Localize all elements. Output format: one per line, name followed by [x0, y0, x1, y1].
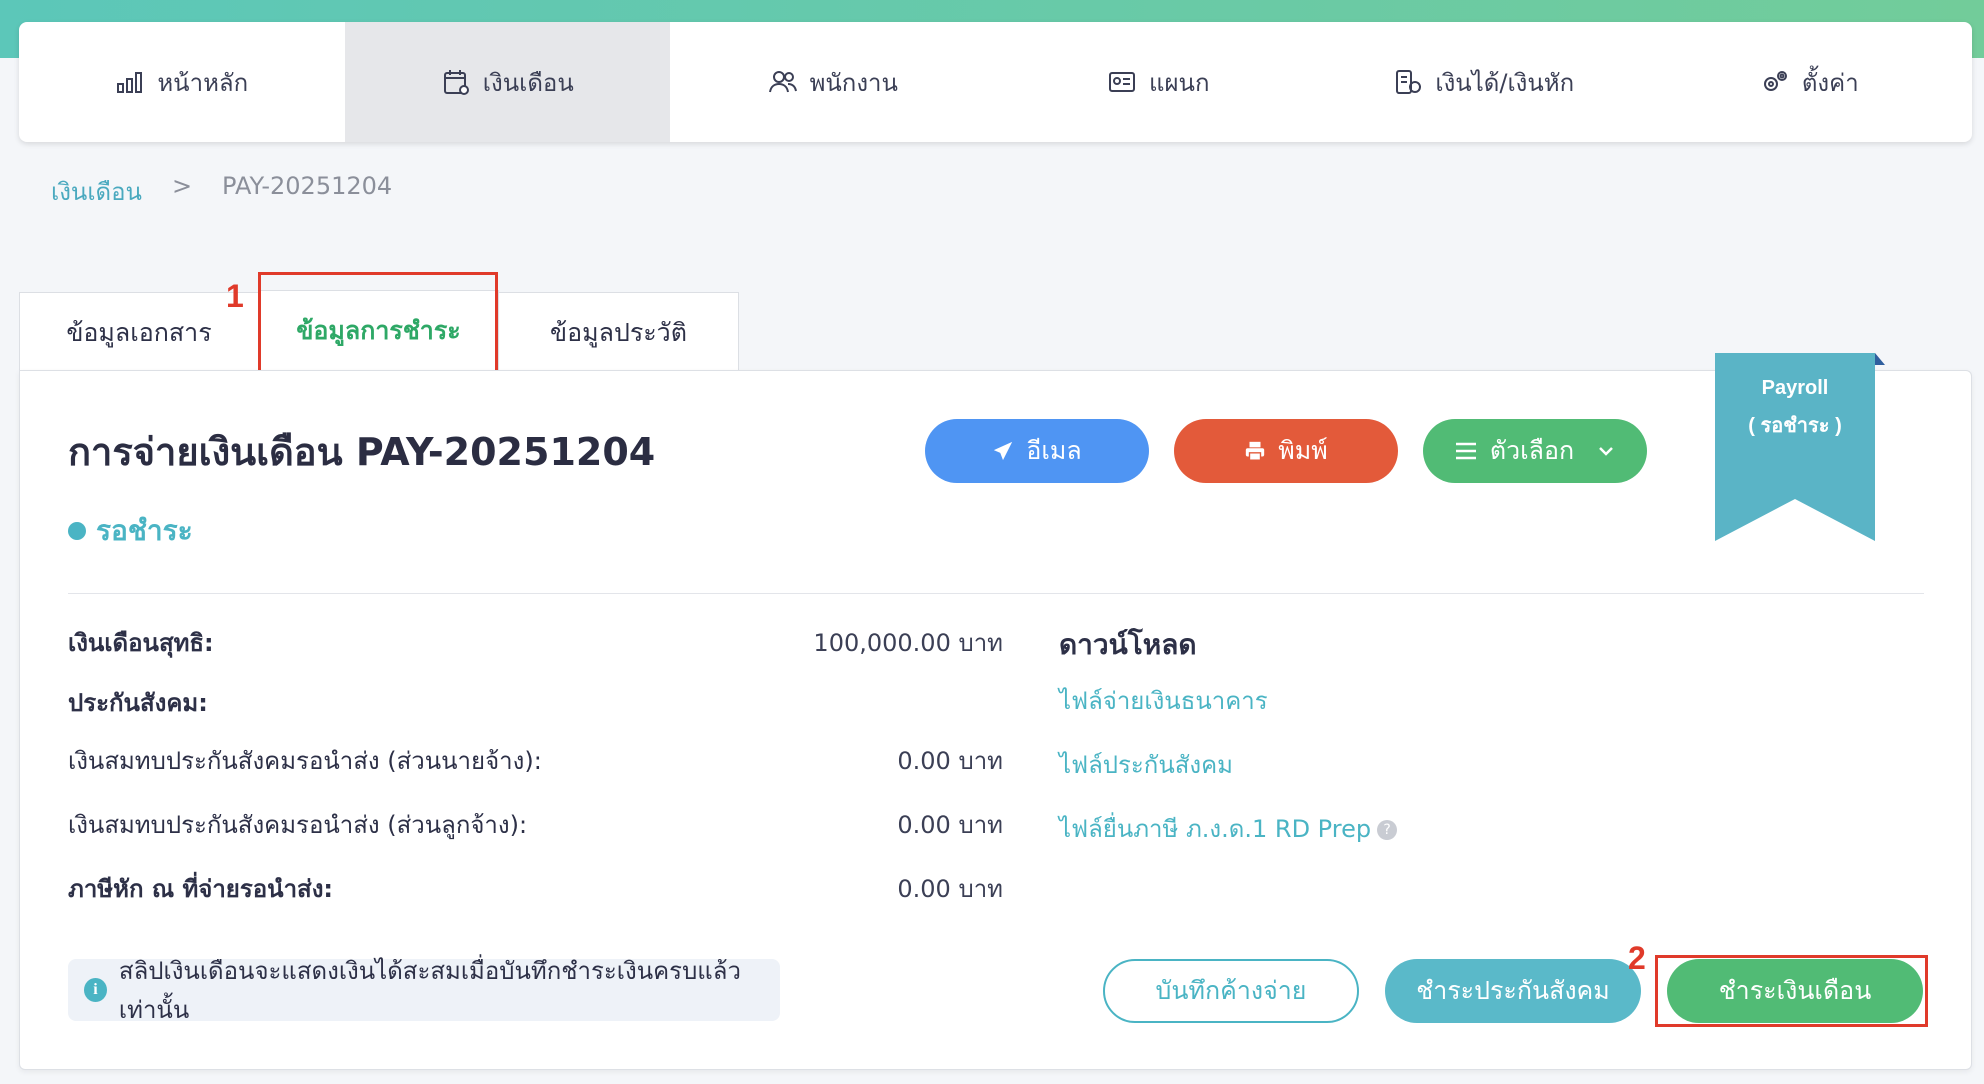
- sso-employer-value: 0.00 บาท: [897, 747, 1003, 775]
- document-tabs: ข้อมูลเอกสาร ข้อมูลการชำระ ข้อมูลประวัติ: [19, 290, 739, 372]
- status-dot-icon: [68, 522, 86, 540]
- print-button[interactable]: พิมพ์: [1174, 419, 1398, 483]
- download-bank-file-link[interactable]: ไฟล์จ่ายเงินธนาคาร: [1059, 681, 1268, 720]
- paper-plane-icon: [994, 441, 1013, 461]
- options-button-label: ตัวเลือก: [1489, 437, 1575, 465]
- ribbon-title: Payroll: [1761, 377, 1829, 399]
- pay-sso-button[interactable]: ชำระประกันสังคม: [1385, 959, 1641, 1023]
- downloads-title: ดาวน์โหลด: [1059, 628, 1197, 661]
- email-button[interactable]: อีเมล: [925, 419, 1149, 483]
- coins-icon: [1396, 70, 1422, 94]
- annotation-number-2: 2: [1628, 940, 1646, 976]
- nav-item-earnings-deductions[interactable]: เงินได้/เงินหัก: [1321, 22, 1647, 142]
- gears-icon: [1763, 71, 1787, 91]
- info-icon: i: [84, 978, 107, 1002]
- id-card-icon: [1109, 72, 1136, 92]
- email-button-label: อีเมล: [1026, 437, 1082, 465]
- breadcrumb-current: PAY-20251204: [222, 172, 393, 200]
- nav-item-payroll[interactable]: เงินเดือน: [344, 22, 670, 142]
- nav-item-label: เงินได้/เงินหัก: [1435, 68, 1575, 97]
- help-icon[interactable]: ?: [1377, 820, 1398, 840]
- pay-salary-button[interactable]: ชำระเงินเดือน: [1667, 959, 1923, 1023]
- payment-card: การจ่ายเงินเดือน PAY-20251204 รอชำระ อีเ…: [19, 353, 1972, 1070]
- menu-icon: [1455, 442, 1476, 460]
- ribbon-text: Payroll ( รอชำระ ): [1715, 353, 1875, 445]
- wht-value: 0.00 บาท: [897, 875, 1003, 903]
- sso-employee-value: 0.00 บาท: [897, 811, 1003, 839]
- download-sso-file-link[interactable]: ไฟล์ประกันสังคม: [1059, 745, 1233, 784]
- net-salary-value: 100,000.00 บาท: [813, 629, 1003, 657]
- info-note-text: สลิปเงินเดือนจะแสดงเงินได้สะสมเมื่อบันทึ…: [118, 957, 741, 1024]
- net-salary-row: เงินเดือนสุทธิ: 100,000.00 บาท: [68, 623, 1003, 662]
- options-dropdown-button[interactable]: ตัวเลือก: [1423, 419, 1647, 483]
- payroll-status-ribbon: Payroll ( รอชำระ ): [1715, 353, 1885, 541]
- breadcrumb: เงินเดือน > PAY-20251204: [51, 172, 392, 211]
- sso-heading-row: ประกันสังคม:: [68, 683, 1003, 722]
- bar-chart-icon: [117, 72, 143, 93]
- info-note: i สลิปเงินเดือนจะแสดงเงินได้สะสมเมื่อบัน…: [68, 957, 780, 1024]
- nav-item-label: ตั้งค่า: [1801, 68, 1859, 97]
- sso-employee-row: เงินสมทบประกันสังคมรอนำส่ง (ส่วนลูกจ้าง)…: [68, 805, 1003, 844]
- breadcrumb-separator: >: [171, 172, 193, 200]
- page-title: การจ่ายเงินเดือน PAY-20251204: [68, 430, 656, 474]
- download-tax-file-link[interactable]: ไฟล์ยื่นภาษี ภ.ง.ด.1 RD Prep: [1059, 815, 1371, 843]
- annotation-number-1: 1: [226, 278, 244, 314]
- calendar-icon: [443, 70, 469, 95]
- sso-employer-row: เงินสมทบประกันสังคมรอนำส่ง (ส่วนนายจ้าง)…: [68, 741, 1003, 780]
- users-icon: [768, 71, 797, 93]
- tab-history[interactable]: ข้อมูลประวัติ: [499, 292, 739, 372]
- download-tax-file-row: ไฟล์ยื่นภาษี ภ.ง.ด.1 RD Prep?: [1059, 809, 1398, 848]
- tab-document-info[interactable]: ข้อมูลเอกสาร: [19, 292, 259, 372]
- tab-payment-info[interactable]: ข้อมูลการชำระ: [259, 290, 499, 370]
- nav-item-settings[interactable]: ตั้งค่า: [1647, 22, 1973, 142]
- nav-item-label: เงินเดือน: [482, 68, 574, 97]
- section-divider: [68, 593, 1924, 594]
- nav-item-label: แผนก: [1149, 68, 1210, 97]
- chevron-down-icon: [1599, 447, 1614, 456]
- ribbon-status: ( รอชำระ ): [1748, 415, 1842, 437]
- nav-item-departments[interactable]: แผนก: [996, 22, 1322, 142]
- sso-heading: ประกันสังคม:: [68, 689, 208, 717]
- print-button-label: พิมพ์: [1278, 437, 1328, 465]
- status-label: รอชำระ: [96, 514, 193, 547]
- status-badge: รอชำระ: [68, 509, 193, 553]
- wht-row: ภาษีหัก ณ ที่จ่ายรอนำส่ง: 0.00 บาท: [68, 869, 1003, 908]
- nav-item-label: พนักงาน: [809, 68, 898, 97]
- nav-item-label: หน้าหลัก: [157, 68, 249, 97]
- nav-item-home[interactable]: หน้าหลัก: [19, 22, 345, 142]
- sso-employer-label: เงินสมทบประกันสังคมรอนำส่ง (ส่วนนายจ้าง)…: [68, 747, 542, 775]
- save-unpaid-button[interactable]: บันทึกค้างจ่าย: [1103, 959, 1359, 1023]
- main-navigation: หน้าหลัก เงินเดือน พนักงาน แผนก เงินได้/…: [19, 22, 1972, 142]
- breadcrumb-payroll-link[interactable]: เงินเดือน: [51, 172, 142, 211]
- sso-employee-label: เงินสมทบประกันสังคมรอนำส่ง (ส่วนลูกจ้าง)…: [68, 811, 528, 839]
- wht-label: ภาษีหัก ณ ที่จ่ายรอนำส่ง:: [68, 875, 334, 903]
- net-salary-label: เงินเดือนสุทธิ:: [68, 629, 214, 657]
- printer-icon: [1246, 441, 1265, 461]
- nav-item-employees[interactable]: พนักงาน: [670, 22, 996, 142]
